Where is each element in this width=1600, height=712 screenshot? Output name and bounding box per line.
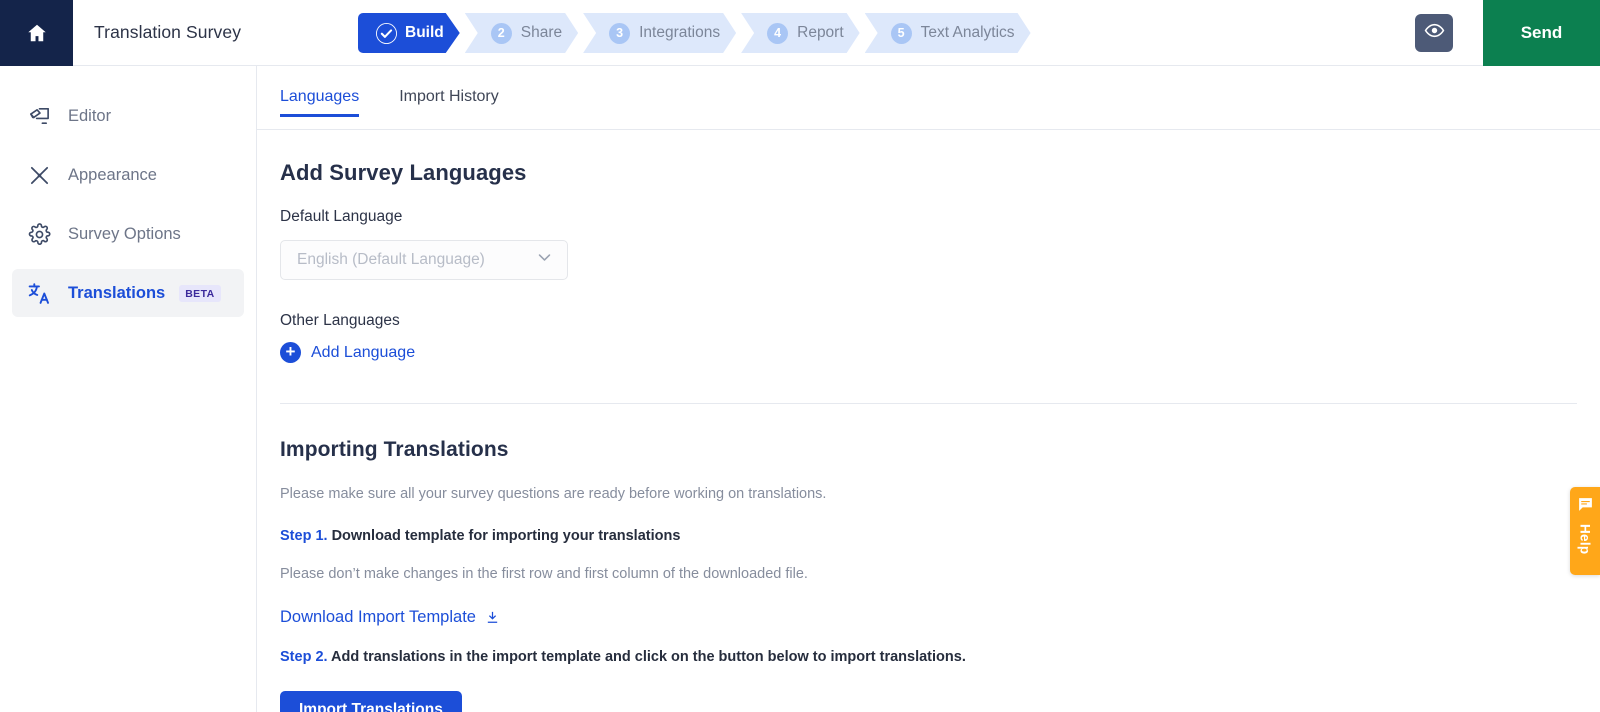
build-stepper: Build 2 Share 3 Integrations 4 Report 5 …: [358, 13, 1036, 53]
sidebar-item-translations-label: Translations: [68, 283, 166, 302]
step-integrations-label: Integrations: [639, 24, 721, 41]
step-share-number: 2: [491, 23, 512, 44]
step-integrations[interactable]: 3 Integrations: [583, 13, 736, 53]
step1-line: Step 1. Download template for importing …: [280, 528, 1577, 544]
step1-text: Download template for importing your tra…: [327, 528, 681, 544]
step-build[interactable]: Build: [358, 13, 460, 53]
sidebar-item-survey-options[interactable]: Survey Options: [12, 210, 244, 258]
step-integrations-number: 3: [609, 23, 630, 44]
download-icon: [485, 610, 500, 625]
check-circle-icon: [376, 23, 397, 44]
step2-line: Step 2. Add translations in the import t…: [280, 649, 1577, 665]
step1-hint: Please don’t make changes in the first r…: [280, 566, 808, 582]
download-import-template-link[interactable]: Download Import Template: [280, 608, 500, 627]
tab-import-history[interactable]: Import History: [399, 88, 499, 117]
step-share[interactable]: 2 Share: [465, 13, 578, 53]
plus-circle-icon: +: [280, 342, 301, 363]
step-report-label: Report: [797, 24, 844, 41]
survey-title: Translation Survey: [94, 22, 242, 42]
top-header: Translation Survey Build 2 Share 3 Integ…: [0, 0, 1600, 66]
importing-note: Please make sure all your survey questio…: [280, 486, 827, 502]
header-actions: Send: [1415, 0, 1600, 66]
section-divider: [280, 403, 1577, 404]
sidebar-item-survey-options-label: Survey Options: [68, 224, 181, 243]
sidebar-item-editor[interactable]: Editor: [12, 92, 244, 140]
send-button[interactable]: Send: [1483, 0, 1600, 66]
chat-bubble-icon: [1577, 496, 1594, 518]
step-text-analytics-number: 5: [891, 23, 912, 44]
status-badge: BETA: [179, 284, 221, 302]
left-sidebar: Editor Appearance Survey Options Transla…: [0, 66, 257, 712]
other-languages-label: Other Languages: [280, 312, 400, 329]
home-button[interactable]: [0, 0, 73, 66]
default-language-label: Default Language: [280, 208, 403, 225]
translate-icon: [26, 280, 52, 306]
download-link-label: Download Import Template: [280, 608, 476, 626]
gear-icon: [26, 221, 52, 247]
page-title: Add Survey Languages: [280, 160, 527, 185]
import-translations-button[interactable]: Import Translations: [280, 691, 462, 712]
main-content: Languages Import History Add Survey Lang…: [257, 66, 1600, 712]
tab-languages[interactable]: Languages: [280, 88, 360, 117]
app-root: Translation Survey Build 2 Share 3 Integ…: [0, 0, 1600, 712]
languages-panel: Add Survey Languages Default Language En…: [257, 130, 1600, 712]
editor-pen-icon: [26, 103, 52, 129]
default-language-select[interactable]: English (Default Language): [280, 240, 568, 280]
sidebar-item-appearance[interactable]: Appearance: [12, 151, 244, 199]
step2-text: Add translations in the import template …: [327, 649, 966, 665]
step-build-label: Build: [405, 24, 444, 41]
eye-icon: [1424, 20, 1445, 46]
sidebar-item-editor-label: Editor: [68, 106, 112, 125]
step-report[interactable]: 4 Report: [741, 13, 860, 53]
help-widget-button[interactable]: Help: [1570, 487, 1600, 575]
add-language-button[interactable]: + Add Language: [280, 342, 1577, 363]
content-tabs: Languages Import History: [257, 66, 1600, 130]
default-language-value: English (Default Language): [297, 251, 485, 268]
step-text-analytics[interactable]: 5 Text Analytics: [865, 13, 1031, 53]
add-language-label: Add Language: [311, 343, 416, 361]
help-widget-label: Help: [1577, 524, 1593, 555]
step-share-label: Share: [520, 24, 563, 41]
importing-heading: Importing Translations: [280, 438, 509, 461]
step1-number: Step 1.: [280, 528, 328, 544]
preview-button[interactable]: [1415, 14, 1453, 52]
sidebar-item-translations[interactable]: Translations BETA: [12, 269, 244, 317]
step-text-analytics-label: Text Analytics: [920, 24, 1015, 41]
step2-number: Step 2.: [280, 649, 328, 665]
chevron-down-icon: [536, 249, 553, 271]
sidebar-item-appearance-label: Appearance: [68, 165, 157, 184]
appearance-brush-icon: [26, 162, 52, 188]
home-icon: [26, 22, 48, 44]
step-report-number: 4: [767, 23, 788, 44]
